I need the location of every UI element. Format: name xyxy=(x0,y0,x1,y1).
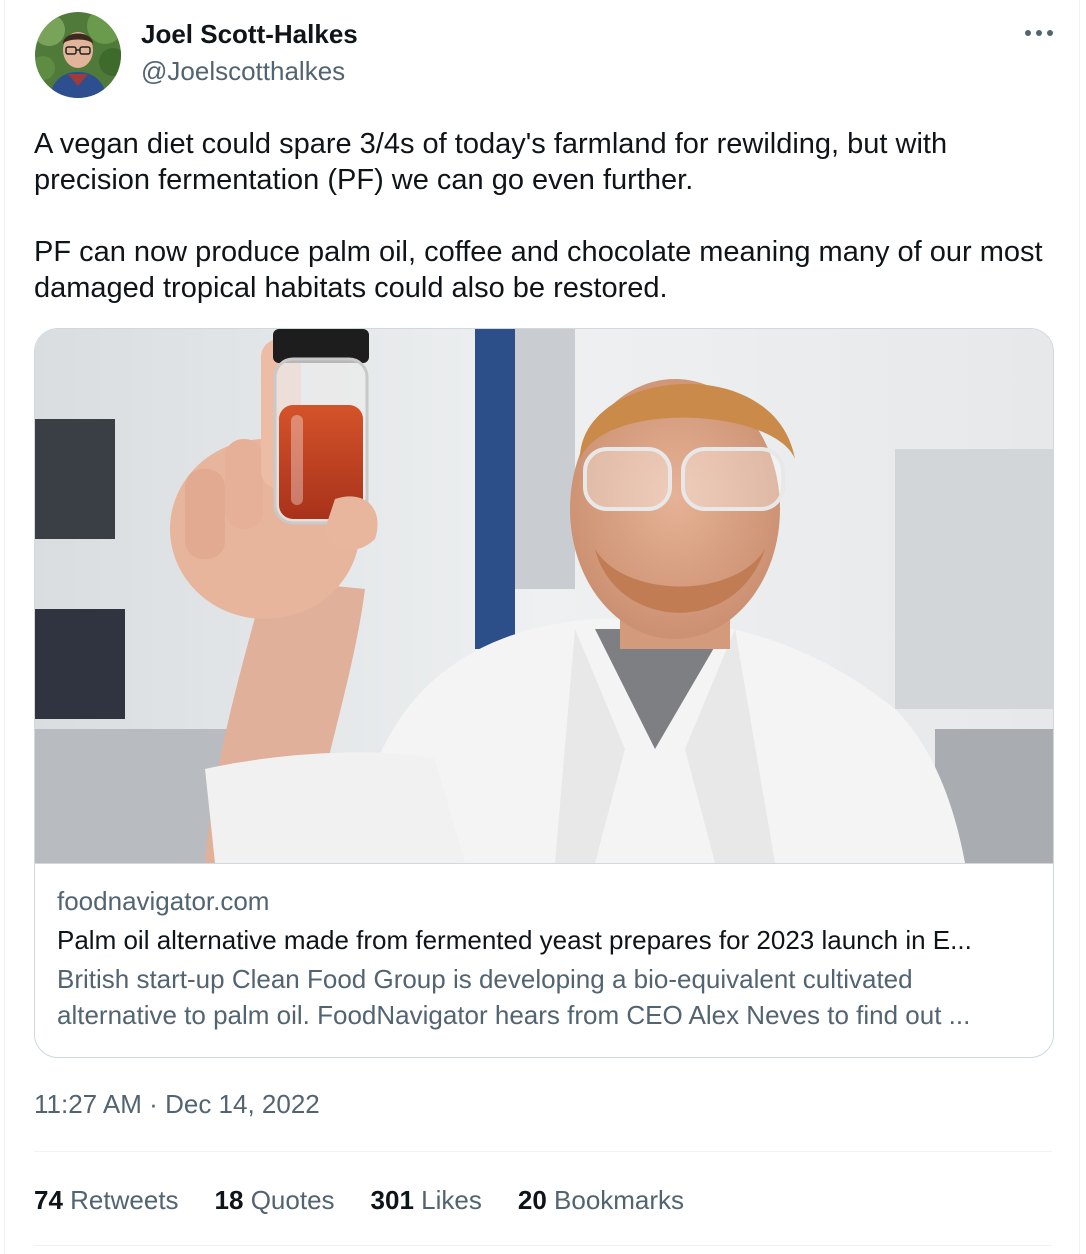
avatar[interactable] xyxy=(35,12,121,98)
timestamp-time[interactable]: 11:27 AM xyxy=(34,1089,142,1119)
retweets-label: Retweets xyxy=(70,1185,179,1215)
author-names: Joel Scott-Halkes @Joelscotthalkes xyxy=(141,18,358,88)
link-preview-card[interactable]: foodnavigator.com Palm oil alternative m… xyxy=(34,328,1054,1058)
tweet-container: Joel Scott-Halkes @Joelscotthalkes A veg… xyxy=(4,0,1080,1254)
avatar-image xyxy=(35,12,121,98)
timestamp-date[interactable]: Dec 14, 2022 xyxy=(165,1089,320,1119)
card-image xyxy=(35,329,1053,864)
timestamp-separator: · xyxy=(149,1089,158,1119)
retweets-stat[interactable]: 74 Retweets xyxy=(34,1182,179,1218)
quotes-label: Quotes xyxy=(250,1185,335,1215)
scientist-holding-oil-photo xyxy=(35,329,1053,863)
bookmarks-stat[interactable]: 20 Bookmarks xyxy=(518,1182,684,1218)
divider xyxy=(34,1245,1052,1246)
tweet-text: A vegan diet could spare 3/4s of today's… xyxy=(34,126,1064,306)
tweet-timestamp: 11:27 AM · Dec 14, 2022 xyxy=(34,1086,320,1122)
tweet-paragraph: A vegan diet could spare 3/4s of today's… xyxy=(34,128,948,196)
card-domain: foodnavigator.com xyxy=(57,886,270,916)
more-options-button[interactable] xyxy=(1019,18,1059,48)
bookmarks-count: 20 xyxy=(517,1185,547,1215)
card-meta: foodnavigator.com Palm oil alternative m… xyxy=(57,885,1031,1033)
author-display-name[interactable]: Joel Scott-Halkes xyxy=(141,18,358,50)
divider xyxy=(34,1151,1052,1152)
bookmarks-label: Bookmarks xyxy=(554,1185,685,1215)
card-description: British start-up Clean Food Group is dev… xyxy=(57,964,971,1030)
likes-label: Likes xyxy=(421,1185,482,1215)
quotes-count: 18 xyxy=(214,1185,244,1215)
tweet-paragraph: PF can now produce palm oil, coffee and … xyxy=(34,236,1043,304)
engagement-stats: 74 Retweets 18 Quotes 301 Likes 20 Bookm… xyxy=(34,1182,684,1218)
likes-stat[interactable]: 301 Likes xyxy=(371,1182,482,1218)
quotes-stat[interactable]: 18 Quotes xyxy=(215,1182,335,1218)
retweets-count: 74 xyxy=(34,1185,63,1215)
tweet-header: Joel Scott-Halkes @Joelscotthalkes xyxy=(35,12,1059,102)
likes-count: 301 xyxy=(370,1185,414,1215)
card-title: Palm oil alternative made from fermented… xyxy=(57,925,972,955)
more-horizontal-icon xyxy=(1025,30,1053,36)
author-handle[interactable]: @Joelscotthalkes xyxy=(141,54,358,88)
